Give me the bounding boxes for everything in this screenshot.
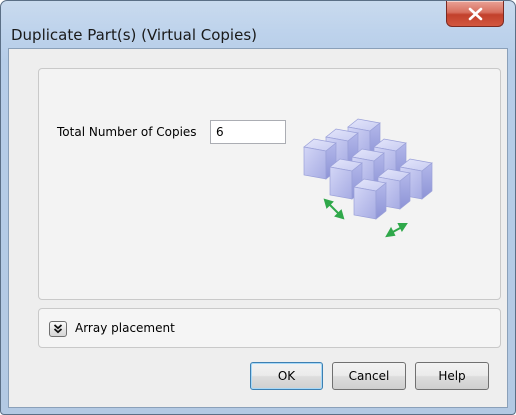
copies-panel: Total Number of Copies bbox=[38, 68, 501, 300]
close-button[interactable] bbox=[446, 1, 504, 27]
expand-array-button[interactable] bbox=[49, 321, 67, 337]
copies-label: Total Number of Copies bbox=[57, 125, 197, 139]
cancel-button[interactable]: Cancel bbox=[332, 362, 406, 390]
close-icon bbox=[468, 7, 483, 21]
window-title: Duplicate Part(s) (Virtual Copies) bbox=[11, 26, 257, 44]
array-placement-label: Array placement bbox=[75, 321, 175, 335]
double-chevron-down-icon bbox=[53, 324, 63, 334]
dialog-window: Duplicate Part(s) (Virtual Copies) Total… bbox=[0, 0, 516, 415]
ok-button[interactable]: OK bbox=[250, 362, 323, 390]
dialog-body: Total Number of Copies 6 Array placement… bbox=[8, 48, 508, 408]
help-button[interactable]: Help bbox=[415, 362, 489, 390]
array-cubes-illustration bbox=[303, 118, 433, 238]
array-placement-panel: Array placement bbox=[38, 308, 501, 348]
copies-input[interactable] bbox=[210, 120, 286, 144]
